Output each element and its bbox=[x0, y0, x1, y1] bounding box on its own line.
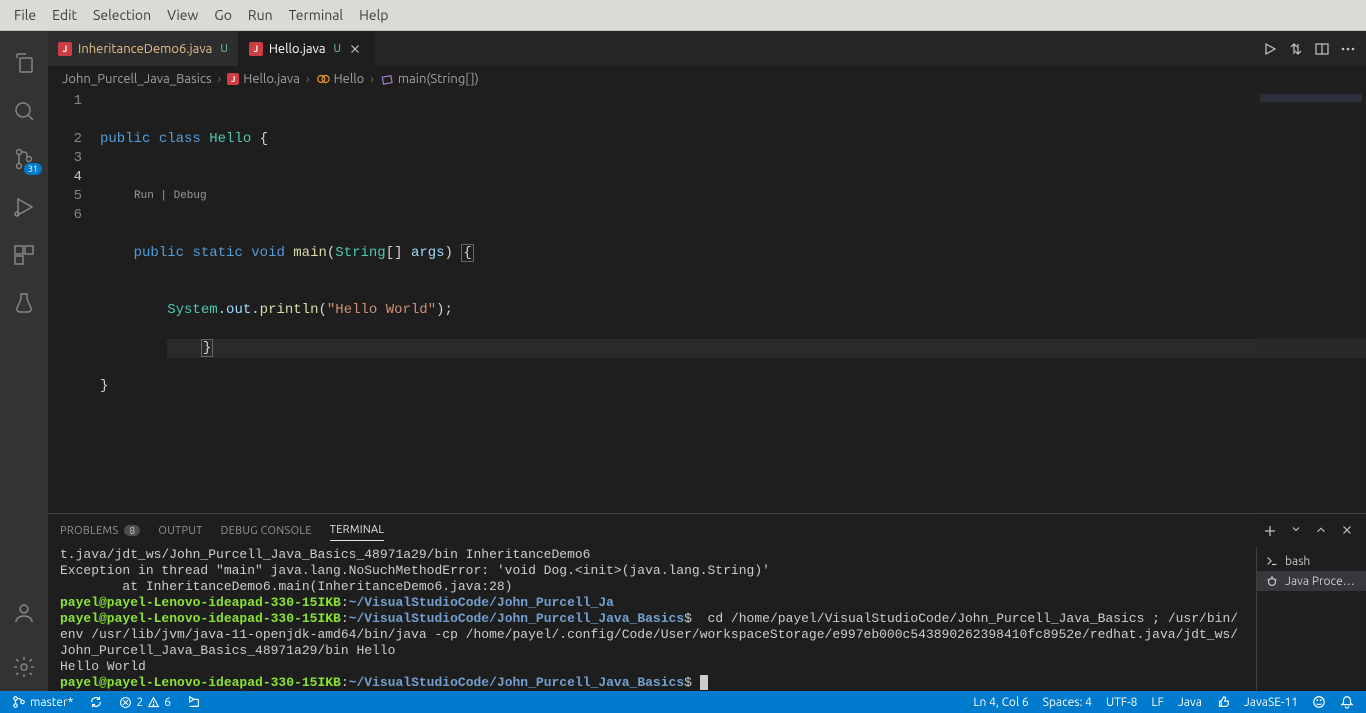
breadcrumbs[interactable]: John_Purcell_Java_Basics › J Hello.java … bbox=[48, 66, 1366, 92]
compare-icon[interactable] bbox=[1288, 41, 1304, 57]
close-panel-icon[interactable] bbox=[1340, 523, 1354, 539]
tab-git-status: U bbox=[220, 43, 228, 55]
status-problems[interactable]: 2 6 bbox=[115, 696, 175, 709]
tab-label: Hello.java bbox=[269, 42, 326, 56]
status-encoding[interactable]: UTF-8 bbox=[1102, 695, 1141, 709]
menu-selection[interactable]: Selection bbox=[85, 3, 159, 27]
minimap[interactable] bbox=[1256, 92, 1366, 513]
method-symbol-icon bbox=[380, 72, 394, 86]
terminal-dropdown-icon[interactable] bbox=[1290, 523, 1302, 539]
testing-icon[interactable] bbox=[0, 279, 48, 327]
tab-label: InheritanceDemo6.java bbox=[78, 42, 212, 56]
terminal-entry-label: bash bbox=[1285, 555, 1310, 568]
breadcrumb-method[interactable]: main(String[]) bbox=[380, 72, 479, 86]
breadcrumb-class[interactable]: Hello bbox=[316, 72, 365, 86]
run-button[interactable] bbox=[1262, 41, 1278, 57]
menu-file[interactable]: File bbox=[6, 3, 44, 27]
breadcrumb-label: Hello.java bbox=[243, 72, 300, 86]
terminal-entry-label: Java Proce… bbox=[1285, 575, 1355, 588]
status-eol[interactable]: LF bbox=[1147, 695, 1167, 709]
java-file-icon: J bbox=[58, 42, 72, 56]
breadcrumb-folder[interactable]: John_Purcell_Java_Basics bbox=[62, 72, 212, 86]
status-branch[interactable]: master* bbox=[8, 695, 77, 709]
panel-tab-terminal[interactable]: TERMINAL bbox=[330, 520, 385, 541]
panel-tab-debug-console[interactable]: DEBUG CONSOLE bbox=[221, 521, 312, 541]
terminal-entry-bash[interactable]: bash bbox=[1257, 551, 1366, 571]
status-feedback-icon[interactable] bbox=[1308, 695, 1330, 709]
editor-area: J InheritanceDemo6.java U J Hello.java U… bbox=[48, 31, 1366, 691]
status-jdk[interactable]: JavaSE-11 bbox=[1240, 695, 1302, 709]
breadcrumb-label: Hello bbox=[334, 72, 365, 86]
java-file-icon: J bbox=[227, 73, 239, 85]
menu-run[interactable]: Run bbox=[240, 3, 281, 27]
status-bell-icon[interactable] bbox=[1336, 695, 1358, 709]
menu-help[interactable]: Help bbox=[351, 3, 396, 27]
split-editor-icon[interactable] bbox=[1314, 41, 1330, 57]
terminal-output[interactable]: t.java/jdt_ws/John_Purcell_Java_Basics_4… bbox=[48, 547, 1256, 691]
terminal-entry-java[interactable]: Java Proce… bbox=[1257, 571, 1366, 591]
settings-gear-icon[interactable] bbox=[0, 643, 48, 691]
status-thumbs-icon[interactable] bbox=[1212, 695, 1234, 709]
status-cursor[interactable]: Ln 4, Col 6 bbox=[969, 695, 1032, 709]
status-bar: master* 2 6 Ln 4, Col 6 Spaces: 4 UTF-8 … bbox=[0, 691, 1366, 713]
menubar: File Edit Selection View Go Run Terminal… bbox=[0, 0, 1366, 31]
menu-edit[interactable]: Edit bbox=[44, 3, 85, 27]
codelens-run-debug[interactable]: Run | Debug bbox=[100, 187, 1366, 206]
menu-go[interactable]: Go bbox=[206, 3, 239, 27]
panel-tab-output[interactable]: OUTPUT bbox=[158, 521, 202, 541]
bug-icon bbox=[1265, 574, 1279, 588]
close-icon[interactable] bbox=[347, 41, 363, 57]
menu-view[interactable]: View bbox=[159, 3, 206, 27]
editor-tabs: J InheritanceDemo6.java U J Hello.java U bbox=[48, 31, 1366, 66]
code-editor[interactable]: 1 2 3 4 5 6 public class Hello { Run | D… bbox=[48, 92, 1366, 513]
breadcrumb-file[interactable]: J Hello.java bbox=[227, 72, 300, 86]
bottom-panel: PROBLEMS 8 OUTPUT DEBUG CONSOLE TERMINAL… bbox=[48, 513, 1366, 691]
tab-git-status: U bbox=[334, 43, 342, 55]
problems-count-badge: 8 bbox=[124, 525, 140, 536]
status-spaces[interactable]: Spaces: 4 bbox=[1039, 695, 1096, 709]
tab-hello[interactable]: J Hello.java U bbox=[239, 31, 374, 66]
more-icon[interactable] bbox=[1340, 41, 1356, 57]
new-terminal-icon[interactable] bbox=[1262, 523, 1278, 539]
maximize-panel-icon[interactable] bbox=[1314, 523, 1328, 539]
menu-terminal[interactable]: Terminal bbox=[281, 3, 352, 27]
run-debug-icon[interactable] bbox=[0, 183, 48, 231]
extensions-icon[interactable] bbox=[0, 231, 48, 279]
activity-bar: 31 bbox=[0, 31, 48, 691]
search-icon[interactable] bbox=[0, 87, 48, 135]
source-control-icon[interactable]: 31 bbox=[0, 135, 48, 183]
explorer-icon[interactable] bbox=[0, 39, 48, 87]
terminal-list: bash Java Proce… bbox=[1256, 547, 1366, 691]
tab-inheritancedemo6[interactable]: J InheritanceDemo6.java U bbox=[48, 31, 239, 66]
breadcrumb-label: main(String[]) bbox=[398, 72, 479, 86]
status-sync[interactable] bbox=[85, 695, 107, 709]
panel-tab-problems[interactable]: PROBLEMS 8 bbox=[60, 521, 140, 541]
status-language[interactable]: Java bbox=[1174, 695, 1206, 709]
line-gutter: 1 2 3 4 5 6 bbox=[48, 92, 100, 513]
terminal-icon bbox=[1265, 554, 1279, 568]
status-debug-hint[interactable] bbox=[183, 695, 205, 709]
accounts-icon[interactable] bbox=[0, 589, 48, 637]
class-symbol-icon bbox=[316, 72, 330, 86]
scm-badge: 31 bbox=[24, 163, 42, 175]
java-file-icon: J bbox=[249, 42, 263, 56]
